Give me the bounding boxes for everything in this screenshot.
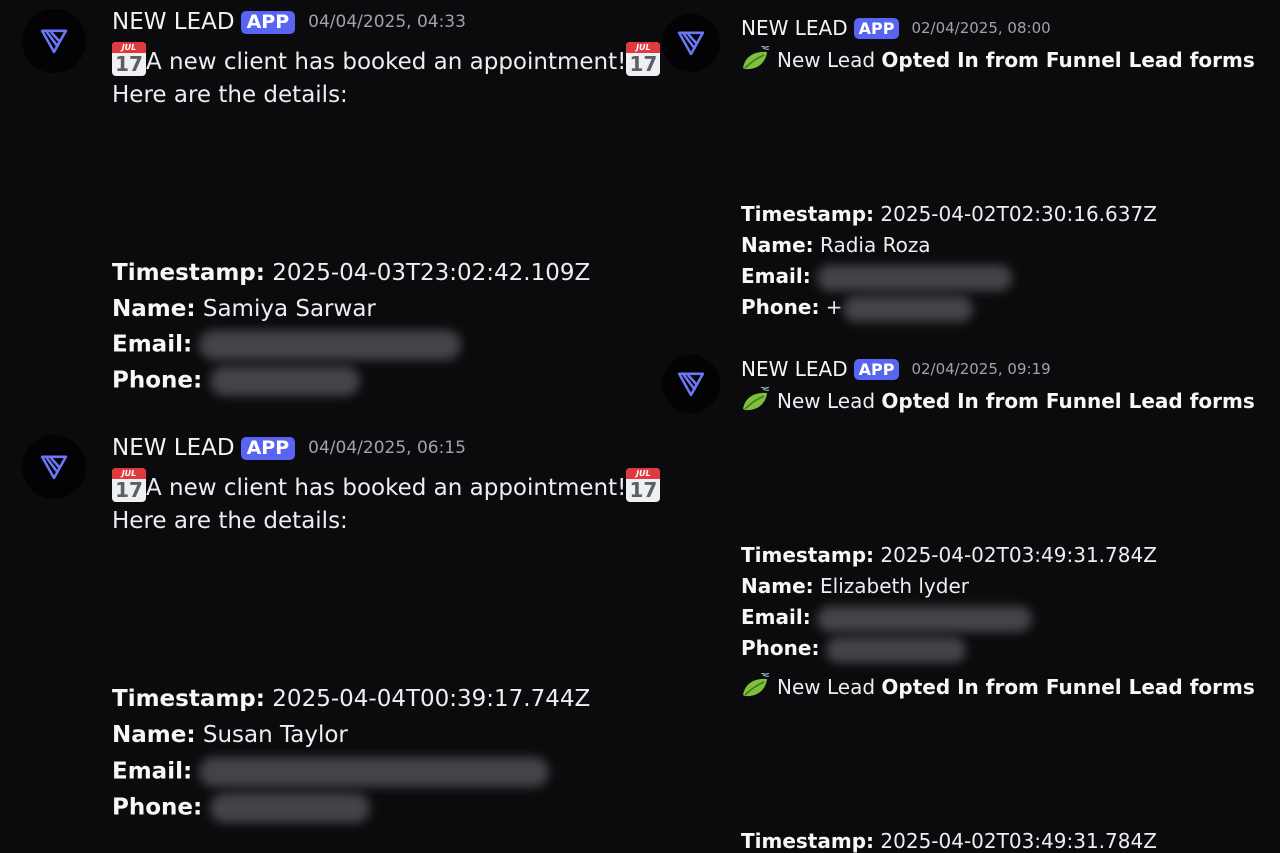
intro-line: JUL 17 A new client has booked an appointm… <box>112 42 661 76</box>
timestamp-line: Timestamp: 2025-04-03T23:02:42.109Z <box>112 260 591 286</box>
redacted-phone <box>209 366 360 396</box>
phone-line: Phone: <box>741 636 966 663</box>
leaf-wind-icon <box>741 673 771 699</box>
bot-avatar[interactable] <box>662 355 720 413</box>
bot-logo-icon <box>37 450 71 484</box>
intro-line: New Lead Opted In from Funnel Lead forms <box>741 46 1255 72</box>
redacted-email <box>817 605 1033 632</box>
app-badge: APP <box>853 358 900 380</box>
timestamp-line: Timestamp: 2025-04-04T00:39:17.744Z <box>112 686 591 712</box>
message-time[interactable]: 04/04/2025, 06:15 <box>308 438 466 458</box>
author-name[interactable]: NEW LEAD <box>741 16 848 40</box>
bot-logo-icon <box>37 24 71 58</box>
intro-text: A new client has booked an appointment! <box>146 475 627 501</box>
redacted-phone <box>825 636 966 663</box>
phone-line: Phone: + <box>741 295 973 322</box>
name-line: Name: Radia Roza <box>741 233 931 257</box>
redacted-email <box>199 757 550 787</box>
leaf-wind-icon <box>741 46 771 72</box>
redacted-phone <box>842 295 973 322</box>
message-header: NEW LEAD APP 02/04/2025, 08:00 <box>741 16 1051 40</box>
author-name[interactable]: NEW LEAD <box>741 357 848 381</box>
bot-logo-icon <box>674 367 708 401</box>
redacted-phone <box>209 793 370 823</box>
calendar-icon: JUL 17 <box>626 468 661 502</box>
timestamp-line: Timestamp: 2025-04-02T03:49:31.784Z <box>741 543 1157 567</box>
phone-line: Phone: <box>112 366 360 396</box>
timestamp-line: Timestamp: 2025-04-02T02:30:16.637Z <box>741 202 1157 226</box>
calendar-icon: JUL 17 <box>626 42 661 76</box>
details-label: Here are the details: <box>112 82 348 108</box>
timestamp-line: Timestamp: 2025-04-02T03:49:31.784Z <box>741 829 1157 853</box>
email-line: Email: <box>112 330 462 360</box>
name-line: Name: Elizabeth lyder <box>741 574 969 598</box>
app-badge: APP <box>240 10 296 34</box>
bot-avatar[interactable] <box>662 14 720 72</box>
author-name[interactable]: NEW LEAD <box>112 435 235 461</box>
bot-avatar[interactable] <box>22 9 86 73</box>
app-badge: APP <box>853 17 900 39</box>
message-time[interactable]: 02/04/2025, 08:00 <box>911 19 1050 37</box>
message-header: NEW LEAD APP 02/04/2025, 09:19 <box>741 357 1051 381</box>
email-line: Email: <box>741 264 1013 291</box>
intro-text: A new client has booked an appointment! <box>146 49 627 75</box>
followup-line: New Lead Opted In from Funnel Lead forms <box>741 673 1255 699</box>
calendar-icon: JUL 17 <box>112 42 146 76</box>
leaf-wind-icon <box>741 387 771 413</box>
author-name[interactable]: NEW LEAD <box>112 9 235 35</box>
bot-avatar[interactable] <box>22 435 86 499</box>
calendar-icon: JUL 17 <box>112 468 146 502</box>
intro-line: New Lead Opted In from Funnel Lead forms <box>741 387 1255 413</box>
message-time[interactable]: 04/04/2025, 04:33 <box>308 12 466 32</box>
redacted-email <box>199 330 462 360</box>
message-header: NEW LEAD APP 04/04/2025, 06:15 <box>112 435 466 461</box>
name-line: Name: Samiya Sarwar <box>112 296 376 322</box>
intro-line: JUL 17 A new client has booked an appointm… <box>112 468 661 502</box>
message-header: NEW LEAD APP 04/04/2025, 04:33 <box>112 9 466 35</box>
name-line: Name: Susan Taylor <box>112 722 348 748</box>
message-time[interactable]: 02/04/2025, 09:19 <box>911 360 1050 378</box>
app-badge: APP <box>240 436 296 460</box>
email-line: Email: <box>112 757 550 787</box>
redacted-email <box>817 264 1013 291</box>
bot-logo-icon <box>674 26 708 60</box>
phone-line: Phone: <box>112 793 370 823</box>
email-line: Email: <box>741 605 1033 632</box>
details-label: Here are the details: <box>112 508 348 534</box>
